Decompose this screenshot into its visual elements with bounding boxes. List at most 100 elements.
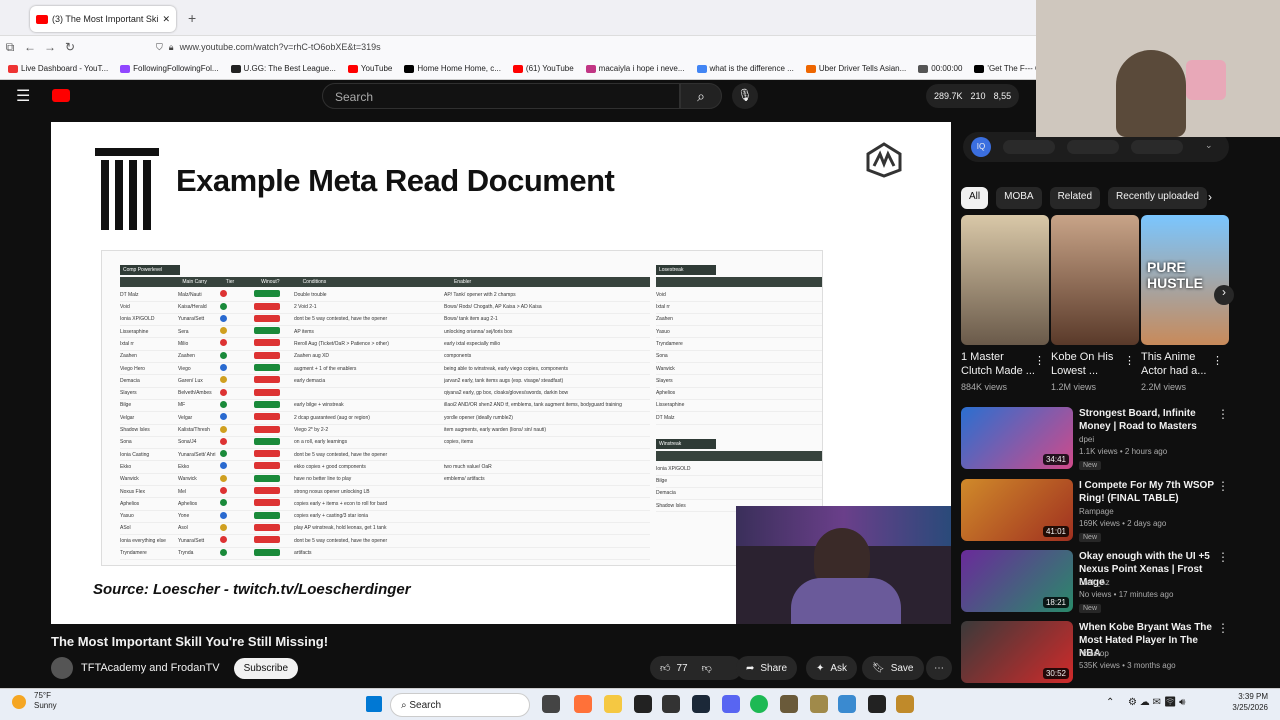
bookmark-item[interactable]: 00:00:00 [918, 64, 962, 73]
video-title[interactable]: Strongest Board, Infinite Money | Road t… [1079, 407, 1217, 433]
video-thumbnail[interactable]: 41:01 [961, 479, 1073, 541]
app-icon[interactable] [868, 695, 886, 713]
discord-icon[interactable] [722, 695, 740, 713]
more-icon[interactable]: ⋮ [1212, 354, 1223, 367]
short-thumbnail[interactable] [1051, 215, 1139, 345]
bookmark-item[interactable]: FollowingFollowingFol... [120, 64, 219, 73]
more-icon[interactable]: ⋮ [1217, 479, 1229, 493]
like-button[interactable]: 👍︎ 77 👎︎ [650, 656, 742, 680]
video-title[interactable]: I Compete For My 7th WSOP Ring! (FINAL T… [1079, 479, 1217, 505]
back-icon[interactable]: ← [20, 40, 40, 54]
app-icon[interactable] [662, 695, 680, 713]
chevron-up-icon[interactable]: ⌃ [1106, 697, 1114, 708]
app-icon[interactable] [634, 695, 652, 713]
bookmark-item[interactable]: U.GG: The Best League... [230, 64, 336, 73]
browser-tab[interactable]: (3) The Most Important Ski ✕ [30, 6, 176, 32]
clock[interactable]: 3:39 PM 3/25/2026 [1218, 691, 1268, 713]
app-icon[interactable] [896, 695, 914, 713]
share-button[interactable]: ➦ Share [736, 656, 798, 680]
menu-icon[interactable]: ☰ [16, 86, 30, 106]
extension-pill[interactable] [1003, 140, 1055, 154]
steam-icon[interactable] [692, 695, 710, 713]
short-thumbnail[interactable]: PURE HUSTLE [1141, 215, 1229, 345]
channel-name[interactable]: TFTAcademy and FrodanTV [81, 662, 220, 674]
more-icon[interactable]: ⋮ [1124, 354, 1135, 367]
share-icon: ➦ [746, 662, 755, 674]
channel-name[interactable]: Rampage [1079, 507, 1114, 516]
sidebar-icon[interactable]: ⧉ [0, 40, 20, 55]
more-icon[interactable]: ⋮ [1217, 407, 1229, 421]
subscribe-button[interactable]: Subscribe [233, 657, 299, 679]
sheet-row: Ionia Casting Yunara/Sett/ Ahri dont be 5 … [120, 449, 650, 462]
channel-name[interactable]: dpei [1079, 435, 1094, 444]
extension-pill[interactable] [1067, 140, 1119, 154]
chip-recent[interactable]: Recently uploaded [1108, 187, 1207, 209]
short-title[interactable]: 1 Master Clutch Made ... [961, 350, 1037, 378]
bookmark-item[interactable]: Home Home Home, c... [404, 64, 501, 73]
video-player[interactable]: Example Meta Read Document Comp Powerlev… [51, 122, 951, 624]
bookmark-item[interactable]: macaiyla i hope i neve... [585, 64, 685, 73]
streamer-camera [1036, 0, 1280, 137]
bookmark-item[interactable]: Live Dashboard - YouT... [8, 64, 108, 73]
youtube-logo-icon[interactable] [52, 89, 70, 102]
bookmark-item[interactable]: (61) YouTube [512, 64, 574, 73]
chip-all[interactable]: All [961, 187, 989, 209]
search-input[interactable]: Search [322, 83, 680, 109]
windows-start-icon[interactable] [366, 696, 382, 712]
webcam-overlay [736, 506, 951, 624]
save-button[interactable]: 🔖︎ Save [862, 656, 924, 680]
video-thumbnail[interactable]: 30:52 [961, 621, 1073, 683]
chip-related[interactable]: Related [1049, 187, 1101, 209]
tray-icons[interactable]: ⚙︎ ☁︎ ✉︎ 🛜︎ 🔊︎ [1128, 697, 1185, 708]
sheet-row: Yasuo Yone copies early + casting/3 star i… [120, 510, 650, 523]
bookmark-item[interactable]: Uber Driver Tells Asian... [805, 64, 906, 73]
chevron-down-icon[interactable]: ⌄ [1205, 140, 1213, 151]
more-actions-icon[interactable]: ⋯ [926, 656, 952, 680]
search-icon[interactable]: ⌕ [680, 83, 722, 109]
recommended-video[interactable]: 34:41 Strongest Board, Infinite Money | … [961, 407, 1231, 471]
url-bar[interactable]: ⛉ 🔒︎ www.youtube.com/watch?v=rhC-tO6obXE… [156, 42, 381, 53]
new-badge: New [1079, 461, 1102, 470]
firefox-icon[interactable] [574, 695, 592, 713]
short-thumbnail[interactable] [961, 215, 1049, 345]
ask-button[interactable]: ✦ Ask [806, 656, 858, 680]
spotify-icon[interactable] [750, 695, 768, 713]
recommended-video[interactable]: 41:01 I Compete For My 7th WSOP Ring! (F… [961, 479, 1231, 543]
winstreak-columns [656, 451, 822, 461]
recommended-video[interactable]: 18:21 Okay enough with the UI +5 Nexus P… [961, 550, 1231, 614]
thumbs-down-icon[interactable]: 👎︎ [702, 662, 712, 674]
sheet-row: Ixtal rr Milio Reroll Aug (Ticket/OaR > Pa… [120, 338, 650, 351]
more-icon[interactable]: ⋮ [1034, 354, 1045, 367]
bookmark-item[interactable]: YouTube [347, 64, 392, 73]
channel-name[interactable]: Luck_Az [1079, 578, 1110, 587]
short-title[interactable]: This Anime Actor had a... [1141, 350, 1217, 378]
microphone-icon[interactable]: 🎙︎ [732, 83, 758, 109]
avatar[interactable] [51, 657, 73, 679]
forward-icon[interactable]: → [40, 40, 60, 54]
channel-name[interactable]: Nonstop [1079, 649, 1109, 658]
video-thumbnail[interactable]: 34:41 [961, 407, 1073, 469]
task-view-icon[interactable] [542, 695, 560, 713]
sheet-row: Lisseraphine Sera AP items unlocking oriann… [120, 326, 650, 339]
close-icon[interactable]: ✕ [162, 14, 170, 25]
chevron-right-icon[interactable]: › [1208, 190, 1212, 204]
iq-icon[interactable]: IQ [971, 137, 991, 157]
chip-moba[interactable]: MOBA [996, 187, 1042, 209]
app-icon[interactable] [838, 695, 856, 713]
app-icon[interactable] [780, 695, 798, 713]
new-tab-icon[interactable]: + [188, 10, 196, 26]
recommended-video[interactable]: 30:52 When Kobe Bryant Was The Most Hate… [961, 621, 1231, 685]
chevron-right-icon[interactable]: › [1214, 285, 1234, 305]
reload-icon[interactable]: ↻ [60, 40, 80, 54]
video-thumbnail[interactable]: 18:21 [961, 550, 1073, 612]
more-icon[interactable]: ⋮ [1217, 550, 1229, 564]
file-explorer-icon[interactable] [604, 695, 622, 713]
short-title[interactable]: Kobe On His Lowest ... [1051, 350, 1127, 378]
new-badge: New [1079, 533, 1102, 542]
sheet-column-header: Main Carry Tier Winout? Conditions Enabl… [120, 277, 650, 287]
app-icon[interactable] [810, 695, 828, 713]
bookmark-item[interactable]: what is the difference ... [696, 64, 794, 73]
extension-pill[interactable] [1131, 140, 1183, 154]
more-icon[interactable]: ⋮ [1217, 621, 1229, 635]
taskbar-search[interactable]: ⌕ Search [390, 693, 530, 717]
